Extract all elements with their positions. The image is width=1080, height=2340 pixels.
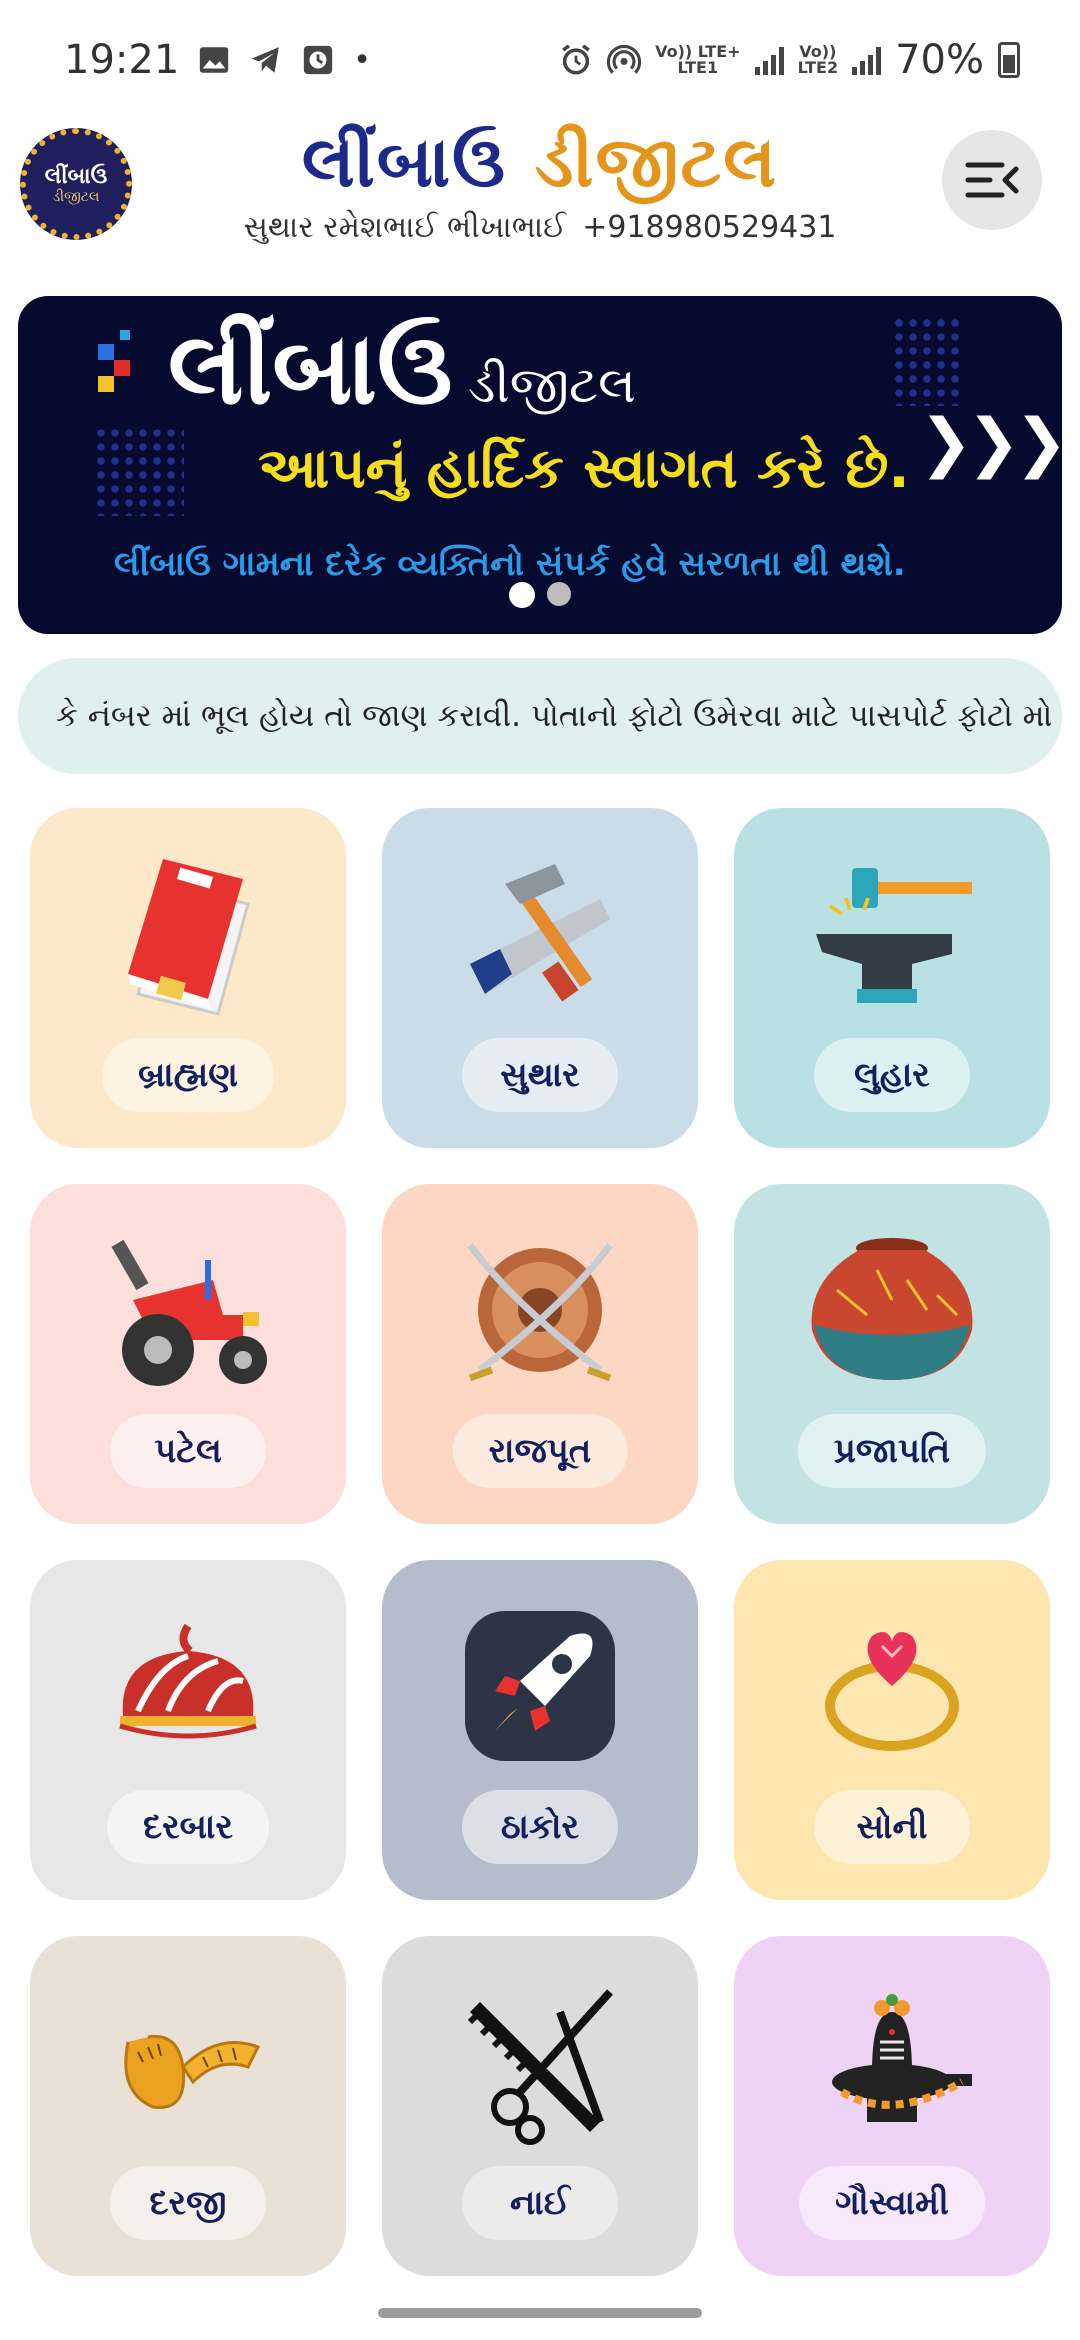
clock-app-icon — [304, 45, 333, 75]
comb-scissors-icon — [467, 1989, 613, 2145]
pager-dot-active[interactable] — [509, 582, 535, 608]
rocket-icon — [465, 1611, 615, 1761]
menu-collapse-icon — [965, 162, 1019, 198]
book-icon — [128, 859, 250, 1016]
notification-dot: • — [353, 42, 371, 78]
banner-pager — [18, 582, 1062, 608]
tractor-icon — [111, 1239, 267, 1386]
shield-swords-icon — [467, 1242, 613, 1382]
banner-welcome: આપનું હાર્દિક સ્વાગત કરે છે. — [258, 436, 910, 501]
category-label: સુથાર — [462, 1038, 618, 1112]
category-card-goswami[interactable]: ગૌસ્વામી — [734, 1936, 1050, 2276]
banner-dots-decoration — [892, 316, 962, 406]
category-label: બ્રાહ્મણ — [102, 1038, 274, 1112]
status-time: 19:21 — [64, 37, 180, 83]
banner-dots-decoration — [94, 426, 184, 516]
category-label: ગૌસ્વામી — [799, 2166, 985, 2240]
category-label: સોની — [814, 1790, 970, 1864]
category-card-patel[interactable]: પટેલ — [30, 1184, 346, 1524]
owner-name: સુથાર રમેશભાઈ ભીખાભાઈ — [243, 210, 567, 245]
chevrons-icon: ❯❯❯ — [919, 406, 1062, 480]
category-card-rajput[interactable]: રાજપૂત — [382, 1184, 698, 1524]
category-label: ઠાકોર — [462, 1790, 618, 1864]
banner-info: લીંબાઉ ગામના દરેક વ્યક્તિનો સંપર્ક હવે સ… — [114, 544, 906, 584]
network-1: Vo)) LTE+ LTE1 — [655, 42, 741, 77]
network-2: Vo)) LTE2 — [797, 42, 839, 77]
category-card-brahman[interactable]: બ્રાહ્મણ — [30, 808, 346, 1148]
category-label: રાજપૂત — [452, 1414, 628, 1488]
category-card-darji[interactable]: દરજી — [30, 1936, 346, 2276]
banner-subtitle: ડીજીટલ — [468, 356, 636, 414]
app-header: લીંબાઉ ડીજીટલ લીંબાઉ ડીજીટલ સુથાર રમેશભાઈ… — [0, 120, 1080, 290]
shivling-icon — [832, 1994, 972, 2122]
brand-title: લીંબાઉ ડીજીટલ — [0, 120, 1080, 204]
gesture-home-bar[interactable] — [378, 2308, 702, 2318]
clay-pot-icon — [811, 1238, 973, 1380]
category-label: નાઈ — [462, 2166, 618, 2240]
category-label: પ્રજાપતિ — [797, 1414, 987, 1488]
welcome-banner[interactable]: લીંબાઉ ડીજીટલ આપનું હાર્દિક સ્વાગત કરે છ… — [18, 296, 1062, 634]
category-card-nai[interactable]: નાઈ — [382, 1936, 698, 2276]
category-label: દરજી — [110, 2166, 266, 2240]
alarm-icon — [562, 44, 590, 75]
category-label: લુહાર — [814, 1038, 970, 1112]
category-card-darbar[interactable]: દરબાર — [30, 1560, 346, 1900]
status-bar: 19:21 • Vo)) LTE+ LTE1 Vo)) LTE2 70% — [0, 0, 1080, 120]
brand-title-part2: ડીજીટલ — [535, 120, 779, 203]
notice-text: કે નંબર માં ભૂલ હોય તો જાણ કરાવી. પોતાનો… — [56, 697, 1053, 734]
signal-1-icon — [754, 45, 784, 75]
turban-icon — [119, 1623, 257, 1739]
measuring-tape-icon — [124, 2034, 261, 2109]
battery-icon — [998, 42, 1020, 78]
category-card-luhar[interactable]: લુહાર — [734, 808, 1050, 1148]
banner-logo-icon — [98, 330, 130, 392]
category-card-prajapati[interactable]: પ્રજાપતિ — [734, 1184, 1050, 1524]
owner-info: સુથાર રમેશભાઈ ભીખાભાઈ +918980529431 — [0, 210, 1080, 245]
anvil-hammer-icon — [816, 868, 972, 1003]
brand-title-part1: લીંબાઉ — [301, 120, 508, 203]
category-label: દરબાર — [107, 1790, 269, 1864]
battery-percent: 70% — [895, 37, 984, 83]
gallery-icon — [200, 47, 229, 73]
signal-2-icon — [852, 45, 882, 75]
pager-dot[interactable] — [547, 582, 571, 606]
notice-marquee: કે નંબર માં ભૂલ હોય તો જાણ કરાવી. પોતાનો… — [18, 658, 1062, 774]
banner-title: લીંબાઉ — [168, 310, 453, 427]
hotspot-icon — [607, 44, 642, 74]
owner-phone[interactable]: +918980529431 — [582, 210, 836, 245]
category-label: પટેલ — [110, 1414, 266, 1488]
category-card-suthar[interactable]: સુથાર — [382, 808, 698, 1148]
category-grid: બ્રાહ્મણ સુથાર લુહાર પટેલ રાજપૂત પ્રજાપત… — [30, 808, 1050, 2276]
category-card-soni[interactable]: સોની — [734, 1560, 1050, 1900]
gold-ring-icon — [825, 1632, 959, 1751]
carpenter-tools-icon — [470, 864, 610, 1002]
category-card-thakor[interactable]: ઠાકોર — [382, 1560, 698, 1900]
menu-button[interactable] — [942, 130, 1042, 230]
telegram-icon — [252, 47, 280, 73]
